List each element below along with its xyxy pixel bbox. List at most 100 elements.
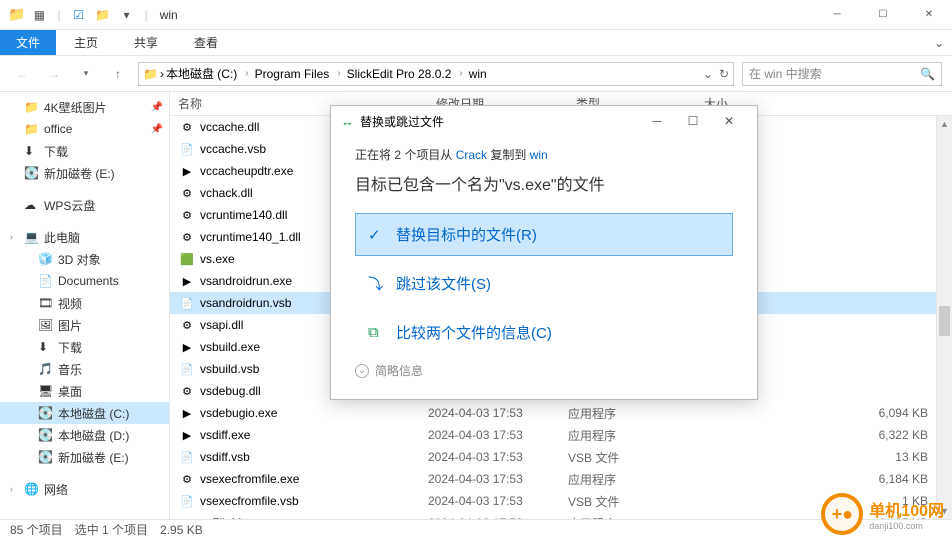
- file-size: 6,184 KB: [696, 472, 952, 486]
- file-type: VSB 文件: [568, 493, 696, 510]
- scrollbar-thumb[interactable]: [939, 306, 950, 336]
- sidebar-item-icon: ⬇: [24, 144, 38, 158]
- sidebar-item[interactable]: ☁WPS云盘: [0, 194, 169, 216]
- status-selected-count: 选中 1 个项目: [75, 521, 148, 538]
- sidebar-item[interactable]: 🖼图片: [0, 314, 169, 336]
- sidebar-item[interactable]: 💽新加磁卷 (E:): [0, 446, 169, 468]
- chevron-icon[interactable]: ›: [10, 484, 13, 494]
- dialog-maximize-button[interactable]: ☐: [675, 106, 711, 136]
- ribbon-expand-button[interactable]: ⌄: [926, 30, 952, 55]
- sidebar-item[interactable]: 📁office📌: [0, 118, 169, 140]
- file-date: 2024-04-03 17:53: [428, 406, 568, 420]
- refresh-icon[interactable]: ↻: [719, 67, 729, 81]
- sidebar-item-icon: ⬇: [38, 340, 52, 354]
- sidebar-item-label: 新加磁卷 (E:): [58, 449, 129, 466]
- breadcrumb-item[interactable]: 本地磁盘 (C:)›: [166, 65, 253, 82]
- file-size: 13 KB: [696, 450, 952, 464]
- nav-forward-button[interactable]: →: [42, 62, 66, 86]
- file-row[interactable]: 📄vsdiff.vsb2024-04-03 17:53VSB 文件13 KB: [170, 446, 952, 468]
- window-maximize-button[interactable]: ☐: [860, 0, 906, 30]
- nav-back-button[interactable]: ←: [10, 62, 34, 86]
- ribbon-share-tab[interactable]: 共享: [116, 30, 176, 55]
- compare-icon: ⧉: [368, 324, 386, 341]
- sidebar-item-label: 新加磁卷 (E:): [44, 165, 115, 182]
- sidebar-item-label: 音乐: [58, 361, 82, 378]
- dialog-icon: ↔: [341, 114, 354, 129]
- breadcrumb-item[interactable]: SlickEdit Pro 28.0.2›: [347, 67, 467, 81]
- ribbon-view-tab[interactable]: 查看: [176, 30, 236, 55]
- sidebar-item[interactable]: 🎵音乐: [0, 358, 169, 380]
- file-date: 2024-04-03 17:53: [428, 516, 568, 519]
- qat-folder[interactable]: 📁: [93, 5, 113, 25]
- option-replace-button[interactable]: ✓ 替换目标中的文件(R): [355, 213, 733, 256]
- sidebar-item[interactable]: 📁4K壁纸图片📌: [0, 96, 169, 118]
- window-minimize-button[interactable]: ─: [814, 0, 860, 30]
- status-bar: 85 个项目 选中 1 个项目 2.95 KB: [0, 519, 952, 539]
- sidebar-item-icon: 🖼: [38, 318, 52, 332]
- file-date: 2024-04-03 17:53: [428, 428, 568, 442]
- sidebar-item[interactable]: ⬇ 下载: [0, 140, 169, 162]
- nav-recent-button[interactable]: ▾: [74, 62, 98, 86]
- sidebar-item-icon: 🧊: [38, 252, 52, 266]
- sidebar-item-icon: 💽: [38, 428, 52, 442]
- file-icon: ⚙: [180, 472, 194, 486]
- scroll-up-icon[interactable]: ▲: [937, 116, 952, 132]
- breadcrumb-root-icon[interactable]: 📁: [143, 67, 158, 81]
- sidebar-item[interactable]: 📄Documents: [0, 270, 169, 292]
- sidebar-item[interactable]: ›🌐网络: [0, 478, 169, 500]
- sidebar-item[interactable]: 💽本地磁盘 (D:): [0, 424, 169, 446]
- file-icon: ⚙: [180, 384, 194, 398]
- dialog-more-toggle[interactable]: ⌄ 简略信息: [355, 362, 733, 379]
- file-icon: ▶: [180, 428, 194, 442]
- chevron-right-icon[interactable]: ›: [160, 67, 164, 81]
- file-type: 应用程序: [568, 427, 696, 444]
- sidebar-item[interactable]: 🖥桌面: [0, 380, 169, 402]
- address-dropdown-button[interactable]: ⌄: [703, 67, 713, 81]
- file-icon: ⚙: [180, 120, 194, 134]
- file-row[interactable]: ▶vsdebugio.exe2024-04-03 17:53应用程序6,094 …: [170, 402, 952, 424]
- sidebar-item[interactable]: 🧊3D 对象: [0, 248, 169, 270]
- ribbon-file-tab[interactable]: 文件: [0, 30, 56, 55]
- file-icon: ▶: [180, 516, 194, 519]
- dialog-dst-link[interactable]: win: [530, 148, 548, 162]
- dialog-close-button[interactable]: ✕: [711, 106, 747, 136]
- file-name: vsandroidrun.exe: [200, 274, 292, 288]
- sidebar-item-label: Documents: [58, 274, 119, 288]
- nav-up-button[interactable]: ↑: [106, 62, 130, 86]
- qat-checkbox[interactable]: ☑: [69, 5, 89, 25]
- breadcrumb-item[interactable]: Program Files›: [255, 67, 345, 81]
- search-input[interactable]: 在 win 中搜索 🔍: [742, 62, 942, 86]
- pin-icon: 📌: [151, 124, 163, 135]
- sidebar-item-label: 下载: [44, 143, 68, 160]
- ribbon-home-tab[interactable]: 主页: [56, 30, 116, 55]
- breadcrumb-item[interactable]: win: [469, 67, 487, 81]
- sidebar-item-icon: 💻: [24, 230, 38, 244]
- window-folder-icon: 📁: [8, 6, 25, 23]
- watermark-text: 单机100网: [869, 503, 944, 520]
- file-name: vsdiff.exe: [200, 428, 250, 442]
- qat-item[interactable]: ▦: [29, 5, 49, 25]
- dialog-headline: 目标已包含一个名为"vs.exe"的文件: [355, 171, 733, 195]
- sidebar-item[interactable]: 🎞视频: [0, 292, 169, 314]
- window-close-button[interactable]: ✕: [906, 0, 952, 30]
- file-name: vccacheupdtr.exe: [200, 164, 293, 178]
- option-compare-button[interactable]: ⧉ 比较两个文件的信息(C): [355, 311, 733, 354]
- sidebar-item-label: 网络: [44, 481, 68, 498]
- sidebar-item[interactable]: 💽新加磁卷 (E:): [0, 162, 169, 184]
- chevron-icon[interactable]: ›: [10, 232, 13, 242]
- file-type: 应用程序: [568, 515, 696, 520]
- file-row[interactable]: ▶vsdiff.exe2024-04-03 17:53应用程序6,322 KB: [170, 424, 952, 446]
- sidebar-item-icon: 🖥: [38, 384, 52, 398]
- sidebar-item[interactable]: 💽本地磁盘 (C:): [0, 402, 169, 424]
- option-skip-button[interactable]: ⤵ 跳过该文件(S): [355, 262, 733, 305]
- sidebar-item-icon: 📁: [24, 100, 38, 114]
- qat-dropdown[interactable]: ▾: [117, 5, 137, 25]
- dialog-src-link[interactable]: Crack: [456, 148, 487, 162]
- sidebar-item[interactable]: ⬇下载: [0, 336, 169, 358]
- file-row[interactable]: ⚙vsexecfromfile.exe2024-04-03 17:53应用程序6…: [170, 468, 952, 490]
- vertical-scrollbar[interactable]: ▲ ▼: [936, 116, 952, 519]
- file-icon: 📄: [180, 296, 194, 310]
- dialog-minimize-button[interactable]: ─: [639, 106, 675, 136]
- sidebar-item[interactable]: ›💻此电脑: [0, 226, 169, 248]
- breadcrumb[interactable]: 📁 › 本地磁盘 (C:)› Program Files› SlickEdit …: [138, 62, 734, 86]
